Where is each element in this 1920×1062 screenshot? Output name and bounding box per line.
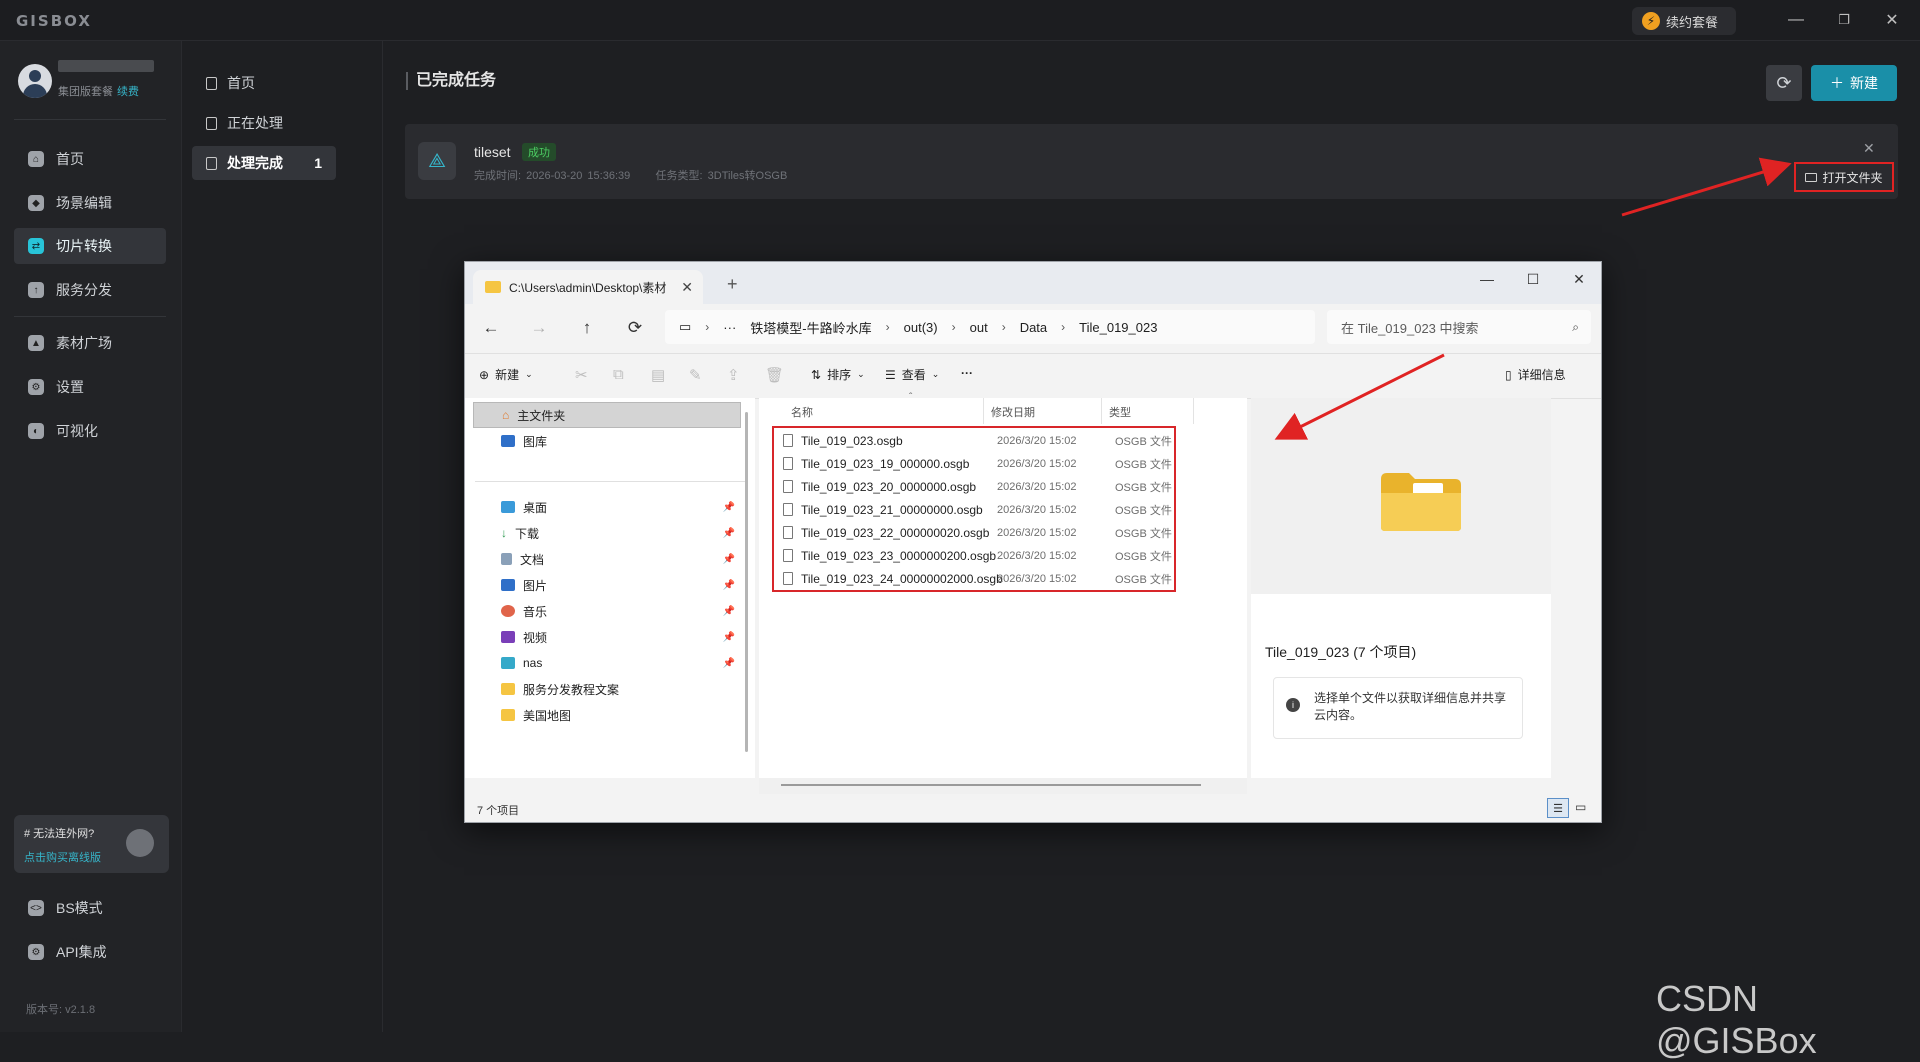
arrow-to-open-folder [1621,157,1792,217]
arrow-to-file-list [1274,353,1445,440]
watermark: CSDN @GISBox [1656,978,1817,1061]
annotation-arrows [1274,157,1792,440]
